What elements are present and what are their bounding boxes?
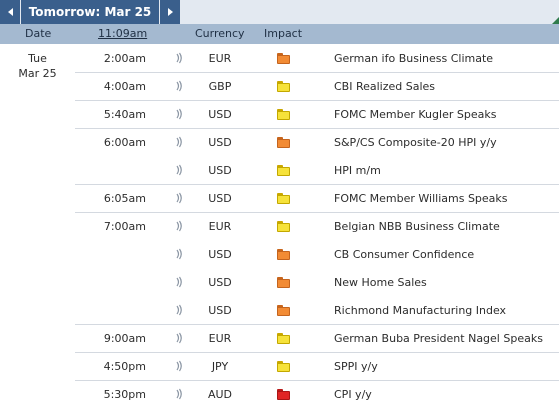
impact-folder-icon <box>277 277 290 288</box>
sound-alert-icon[interactable] <box>175 276 183 288</box>
event-time: 6:05am <box>103 192 146 205</box>
event-row[interactable]: USD Richmond Manufacturing Index <box>0 296 559 324</box>
sound-alert-icon[interactable] <box>175 220 183 232</box>
row-divider <box>75 184 559 185</box>
previous-day-button[interactable] <box>0 0 20 24</box>
event-title[interactable]: Belgian NBB Business Climate <box>334 220 500 233</box>
row-divider <box>75 380 559 381</box>
impact-folder-icon <box>277 221 290 232</box>
column-impact: Impact <box>264 27 303 40</box>
row-divider <box>75 324 559 325</box>
event-time: 2:00am <box>103 52 146 65</box>
event-currency: JPY <box>211 360 229 373</box>
event-title[interactable]: German ifo Business Climate <box>334 52 493 65</box>
event-currency: EUR <box>208 52 232 65</box>
event-title[interactable]: German Buba President Nagel Speaks <box>334 332 543 345</box>
event-row[interactable]: 9:00am EUR German Buba President Nagel Spe… <box>0 324 559 352</box>
row-divider <box>75 212 559 213</box>
event-title[interactable]: New Home Sales <box>334 276 427 289</box>
event-currency: USD <box>208 192 232 205</box>
event-row[interactable]: 4:50pm JPY SPPI y/y <box>0 352 559 380</box>
sound-alert-icon[interactable] <box>175 136 183 148</box>
impact-folder-icon <box>277 137 290 148</box>
event-title[interactable]: S&P/CS Composite-20 HPI y/y <box>334 136 497 149</box>
impact-folder-icon <box>277 249 290 260</box>
event-currency: EUR <box>208 332 232 345</box>
event-row[interactable]: 4:00am GBP CBI Realized Sales <box>0 72 559 100</box>
event-row[interactable]: USD CB Consumer Confidence <box>0 240 559 268</box>
event-currency: EUR <box>208 220 232 233</box>
event-title[interactable]: CBI Realized Sales <box>334 80 435 93</box>
event-currency: USD <box>208 276 232 289</box>
impact-folder-icon <box>277 305 290 316</box>
event-currency: AUD <box>207 388 233 401</box>
event-row[interactable]: USD New Home Sales <box>0 268 559 296</box>
sound-alert-icon[interactable] <box>175 248 183 260</box>
current-time-link[interactable]: 11:09am <box>98 27 147 40</box>
event-time: 4:00am <box>103 80 146 93</box>
sound-alert-icon[interactable] <box>175 164 183 176</box>
column-header: Date 11:09am Currency Impact <box>0 24 559 44</box>
event-currency: USD <box>208 136 232 149</box>
event-title[interactable]: Richmond Manufacturing Index <box>334 304 506 317</box>
event-currency: USD <box>208 164 232 177</box>
event-time: 4:50pm <box>103 360 146 373</box>
impact-folder-icon <box>277 389 290 400</box>
calendar-navbar: Tomorrow: Mar 25 <box>0 0 559 24</box>
corner-triangle-icon <box>552 17 559 24</box>
sound-alert-icon[interactable] <box>175 80 183 92</box>
row-divider <box>75 128 559 129</box>
event-time: 5:30pm <box>103 388 146 401</box>
event-title[interactable]: HPI m/m <box>334 164 381 177</box>
event-title[interactable]: SPPI y/y <box>334 360 378 373</box>
event-currency: USD <box>208 304 232 317</box>
column-currency: Currency <box>195 27 245 40</box>
event-row[interactable]: USD HPI m/m <box>0 156 559 184</box>
impact-folder-icon <box>277 109 290 120</box>
sound-alert-icon[interactable] <box>175 108 183 120</box>
event-currency: GBP <box>208 80 232 93</box>
event-title[interactable]: CPI y/y <box>334 388 372 401</box>
event-time: 6:00am <box>103 136 146 149</box>
next-day-button[interactable] <box>160 0 180 24</box>
impact-folder-icon <box>277 165 290 176</box>
event-title[interactable]: FOMC Member Williams Speaks <box>334 192 508 205</box>
row-divider <box>75 352 559 353</box>
impact-folder-icon <box>277 361 290 372</box>
impact-folder-icon <box>277 81 290 92</box>
event-title[interactable]: CB Consumer Confidence <box>334 248 474 261</box>
impact-folder-icon <box>277 333 290 344</box>
column-date: Date <box>25 27 52 40</box>
sound-alert-icon[interactable] <box>175 332 183 344</box>
impact-folder-icon <box>277 193 290 204</box>
event-row[interactable]: 5:30pm AUD CPI y/y <box>0 380 559 408</box>
event-row[interactable]: 6:05am USD FOMC Member Williams Speaks <box>0 184 559 212</box>
chevron-right-icon <box>167 8 173 16</box>
sound-alert-icon[interactable] <box>175 388 183 400</box>
day-title: Tomorrow: Mar 25 <box>21 0 159 24</box>
event-title[interactable]: FOMC Member Kugler Speaks <box>334 108 496 121</box>
row-divider <box>75 100 559 101</box>
event-row[interactable]: 5:40am USD FOMC Member Kugler Speaks <box>0 100 559 128</box>
event-time: 7:00am <box>103 220 146 233</box>
event-time: 5:40am <box>103 108 146 121</box>
row-divider <box>75 72 559 73</box>
chevron-left-icon <box>7 8 13 16</box>
event-currency: USD <box>208 248 232 261</box>
event-row[interactable]: 7:00am EUR Belgian NBB Business Climate <box>0 212 559 240</box>
sound-alert-icon[interactable] <box>175 360 183 372</box>
event-row[interactable]: 2:00am EUR German ifo Business Climate <box>0 44 559 72</box>
event-row[interactable]: 6:00am USD S&P/CS Composite-20 HPI y/y <box>0 128 559 156</box>
sound-alert-icon[interactable] <box>175 304 183 316</box>
impact-folder-icon <box>277 53 290 64</box>
sound-alert-icon[interactable] <box>175 52 183 64</box>
events-table: 2:00am EUR German ifo Business Climate 4:00… <box>0 44 559 408</box>
event-time: 9:00am <box>103 332 146 345</box>
event-currency: USD <box>208 108 232 121</box>
sound-alert-icon[interactable] <box>175 192 183 204</box>
